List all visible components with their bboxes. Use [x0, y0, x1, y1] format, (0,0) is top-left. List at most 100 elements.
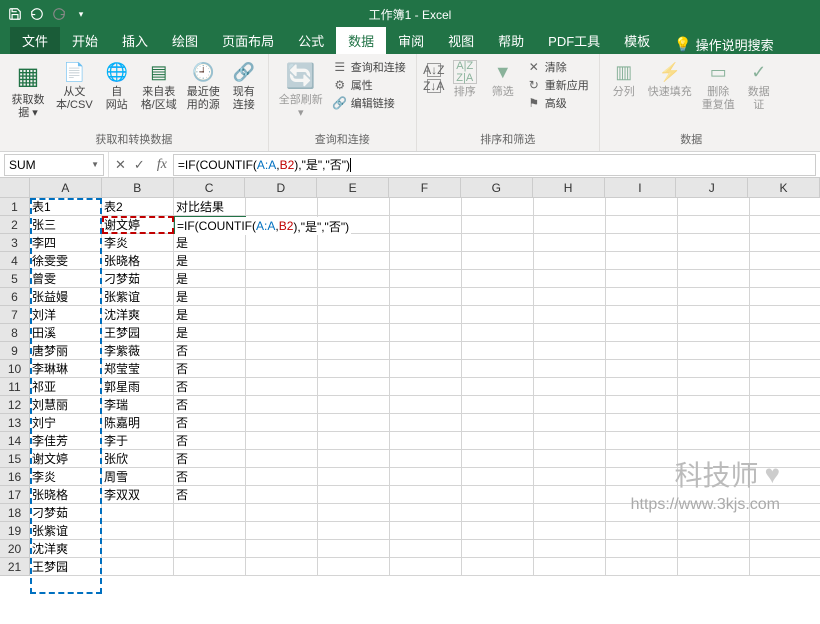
cell-E15[interactable]	[318, 450, 390, 468]
tab-file[interactable]: 文件	[10, 27, 60, 54]
cell-D14[interactable]	[246, 432, 318, 450]
cell-F9[interactable]	[390, 342, 462, 360]
cell-J2[interactable]	[678, 216, 750, 234]
filter-button[interactable]: ▼筛选	[485, 58, 521, 101]
tab-formulas[interactable]: 公式	[286, 27, 336, 54]
cell-D1[interactable]	[246, 198, 318, 216]
cell-E3[interactable]	[318, 234, 390, 252]
cell-K20[interactable]	[750, 540, 820, 558]
cell-F19[interactable]	[390, 522, 462, 540]
row-header-1[interactable]: 1	[0, 198, 30, 216]
cell-G8[interactable]	[462, 324, 534, 342]
cell-I14[interactable]	[606, 432, 678, 450]
cell-G18[interactable]	[462, 504, 534, 522]
cell-F16[interactable]	[390, 468, 462, 486]
cell-H21[interactable]	[534, 558, 606, 576]
undo-icon[interactable]	[28, 5, 46, 23]
row-header-2[interactable]: 2	[0, 216, 30, 234]
tab-draw[interactable]: 绘图	[160, 27, 210, 54]
tab-pdf[interactable]: PDF工具	[536, 27, 612, 54]
cell-J19[interactable]	[678, 522, 750, 540]
cell-H5[interactable]	[534, 270, 606, 288]
cell-G20[interactable]	[462, 540, 534, 558]
cell-G15[interactable]	[462, 450, 534, 468]
row-header-8[interactable]: 8	[0, 324, 30, 342]
cell-E17[interactable]	[318, 486, 390, 504]
cell-J16[interactable]	[678, 468, 750, 486]
cell-C2[interactable]: =IF(COUNTIF(A:A,B2),"是","否")	[174, 216, 246, 234]
cell-I17[interactable]	[606, 486, 678, 504]
col-header-F[interactable]: F	[389, 178, 461, 198]
cell-I5[interactable]	[606, 270, 678, 288]
cell-F5[interactable]	[390, 270, 462, 288]
refresh-all-button[interactable]: 🔄全部刷新▾	[275, 58, 327, 122]
edit-links-button[interactable]: 🔗编辑链接	[329, 94, 410, 112]
cell-F21[interactable]	[390, 558, 462, 576]
cell-F6[interactable]	[390, 288, 462, 306]
tab-template[interactable]: 模板	[612, 27, 662, 54]
tab-insert[interactable]: 插入	[110, 27, 160, 54]
cell-A11[interactable]: 祁亚	[30, 378, 102, 396]
cell-I3[interactable]	[606, 234, 678, 252]
cell-C1[interactable]: 对比结果	[174, 198, 246, 216]
cell-F15[interactable]	[390, 450, 462, 468]
cell-B12[interactable]: 李瑞	[102, 396, 174, 414]
cell-H9[interactable]	[534, 342, 606, 360]
cell-J18[interactable]	[678, 504, 750, 522]
cell-F12[interactable]	[390, 396, 462, 414]
row-header-13[interactable]: 13	[0, 414, 30, 432]
cell-B10[interactable]: 郑莹莹	[102, 360, 174, 378]
sort-desc-button[interactable]: Z↓A	[423, 78, 445, 94]
properties-button[interactable]: ⚙属性	[329, 76, 410, 94]
cell-J14[interactable]	[678, 432, 750, 450]
cell-J15[interactable]	[678, 450, 750, 468]
cell-K2[interactable]	[750, 216, 820, 234]
cell-H10[interactable]	[534, 360, 606, 378]
cell-H3[interactable]	[534, 234, 606, 252]
cell-F1[interactable]	[390, 198, 462, 216]
cell-K21[interactable]	[750, 558, 820, 576]
cell-C6[interactable]: 是	[174, 288, 246, 306]
cell-I1[interactable]	[606, 198, 678, 216]
save-icon[interactable]	[6, 5, 24, 23]
cell-H4[interactable]	[534, 252, 606, 270]
row-header-9[interactable]: 9	[0, 342, 30, 360]
row-header-20[interactable]: 20	[0, 540, 30, 558]
cell-H7[interactable]	[534, 306, 606, 324]
tab-data[interactable]: 数据	[336, 27, 386, 54]
cell-D9[interactable]	[246, 342, 318, 360]
cell-J21[interactable]	[678, 558, 750, 576]
cell-B17[interactable]: 李双双	[102, 486, 174, 504]
cell-G10[interactable]	[462, 360, 534, 378]
row-header-15[interactable]: 15	[0, 450, 30, 468]
cell-I18[interactable]	[606, 504, 678, 522]
cell-I7[interactable]	[606, 306, 678, 324]
cancel-icon[interactable]: ✕	[115, 157, 126, 173]
text-to-col-button[interactable]: ▥分列	[606, 58, 642, 101]
cell-C16[interactable]: 否	[174, 468, 246, 486]
cell-D8[interactable]	[246, 324, 318, 342]
row-header-4[interactable]: 4	[0, 252, 30, 270]
cell-I13[interactable]	[606, 414, 678, 432]
cell-K3[interactable]	[750, 234, 820, 252]
col-header-J[interactable]: J	[676, 178, 748, 198]
col-header-B[interactable]: B	[102, 178, 174, 198]
cell-H15[interactable]	[534, 450, 606, 468]
row-header-11[interactable]: 11	[0, 378, 30, 396]
cell-G3[interactable]	[462, 234, 534, 252]
cell-G4[interactable]	[462, 252, 534, 270]
clear-button[interactable]: ✕清除	[523, 58, 593, 76]
cell-B6[interactable]: 张紫谊	[102, 288, 174, 306]
cell-F11[interactable]	[390, 378, 462, 396]
cell-H2[interactable]	[534, 216, 606, 234]
advanced-button[interactable]: ⚑高级	[523, 94, 593, 112]
cell-A1[interactable]: 表1	[30, 198, 102, 216]
cell-E18[interactable]	[318, 504, 390, 522]
cell-A8[interactable]: 田溪	[30, 324, 102, 342]
cell-E11[interactable]	[318, 378, 390, 396]
spreadsheet-grid[interactable]: ABCDEFGHIJK 1234567891011121314151617181…	[0, 178, 820, 624]
cell-A12[interactable]: 刘慧丽	[30, 396, 102, 414]
cell-A5[interactable]: 曾雯	[30, 270, 102, 288]
cell-B15[interactable]: 张欣	[102, 450, 174, 468]
cell-K9[interactable]	[750, 342, 820, 360]
